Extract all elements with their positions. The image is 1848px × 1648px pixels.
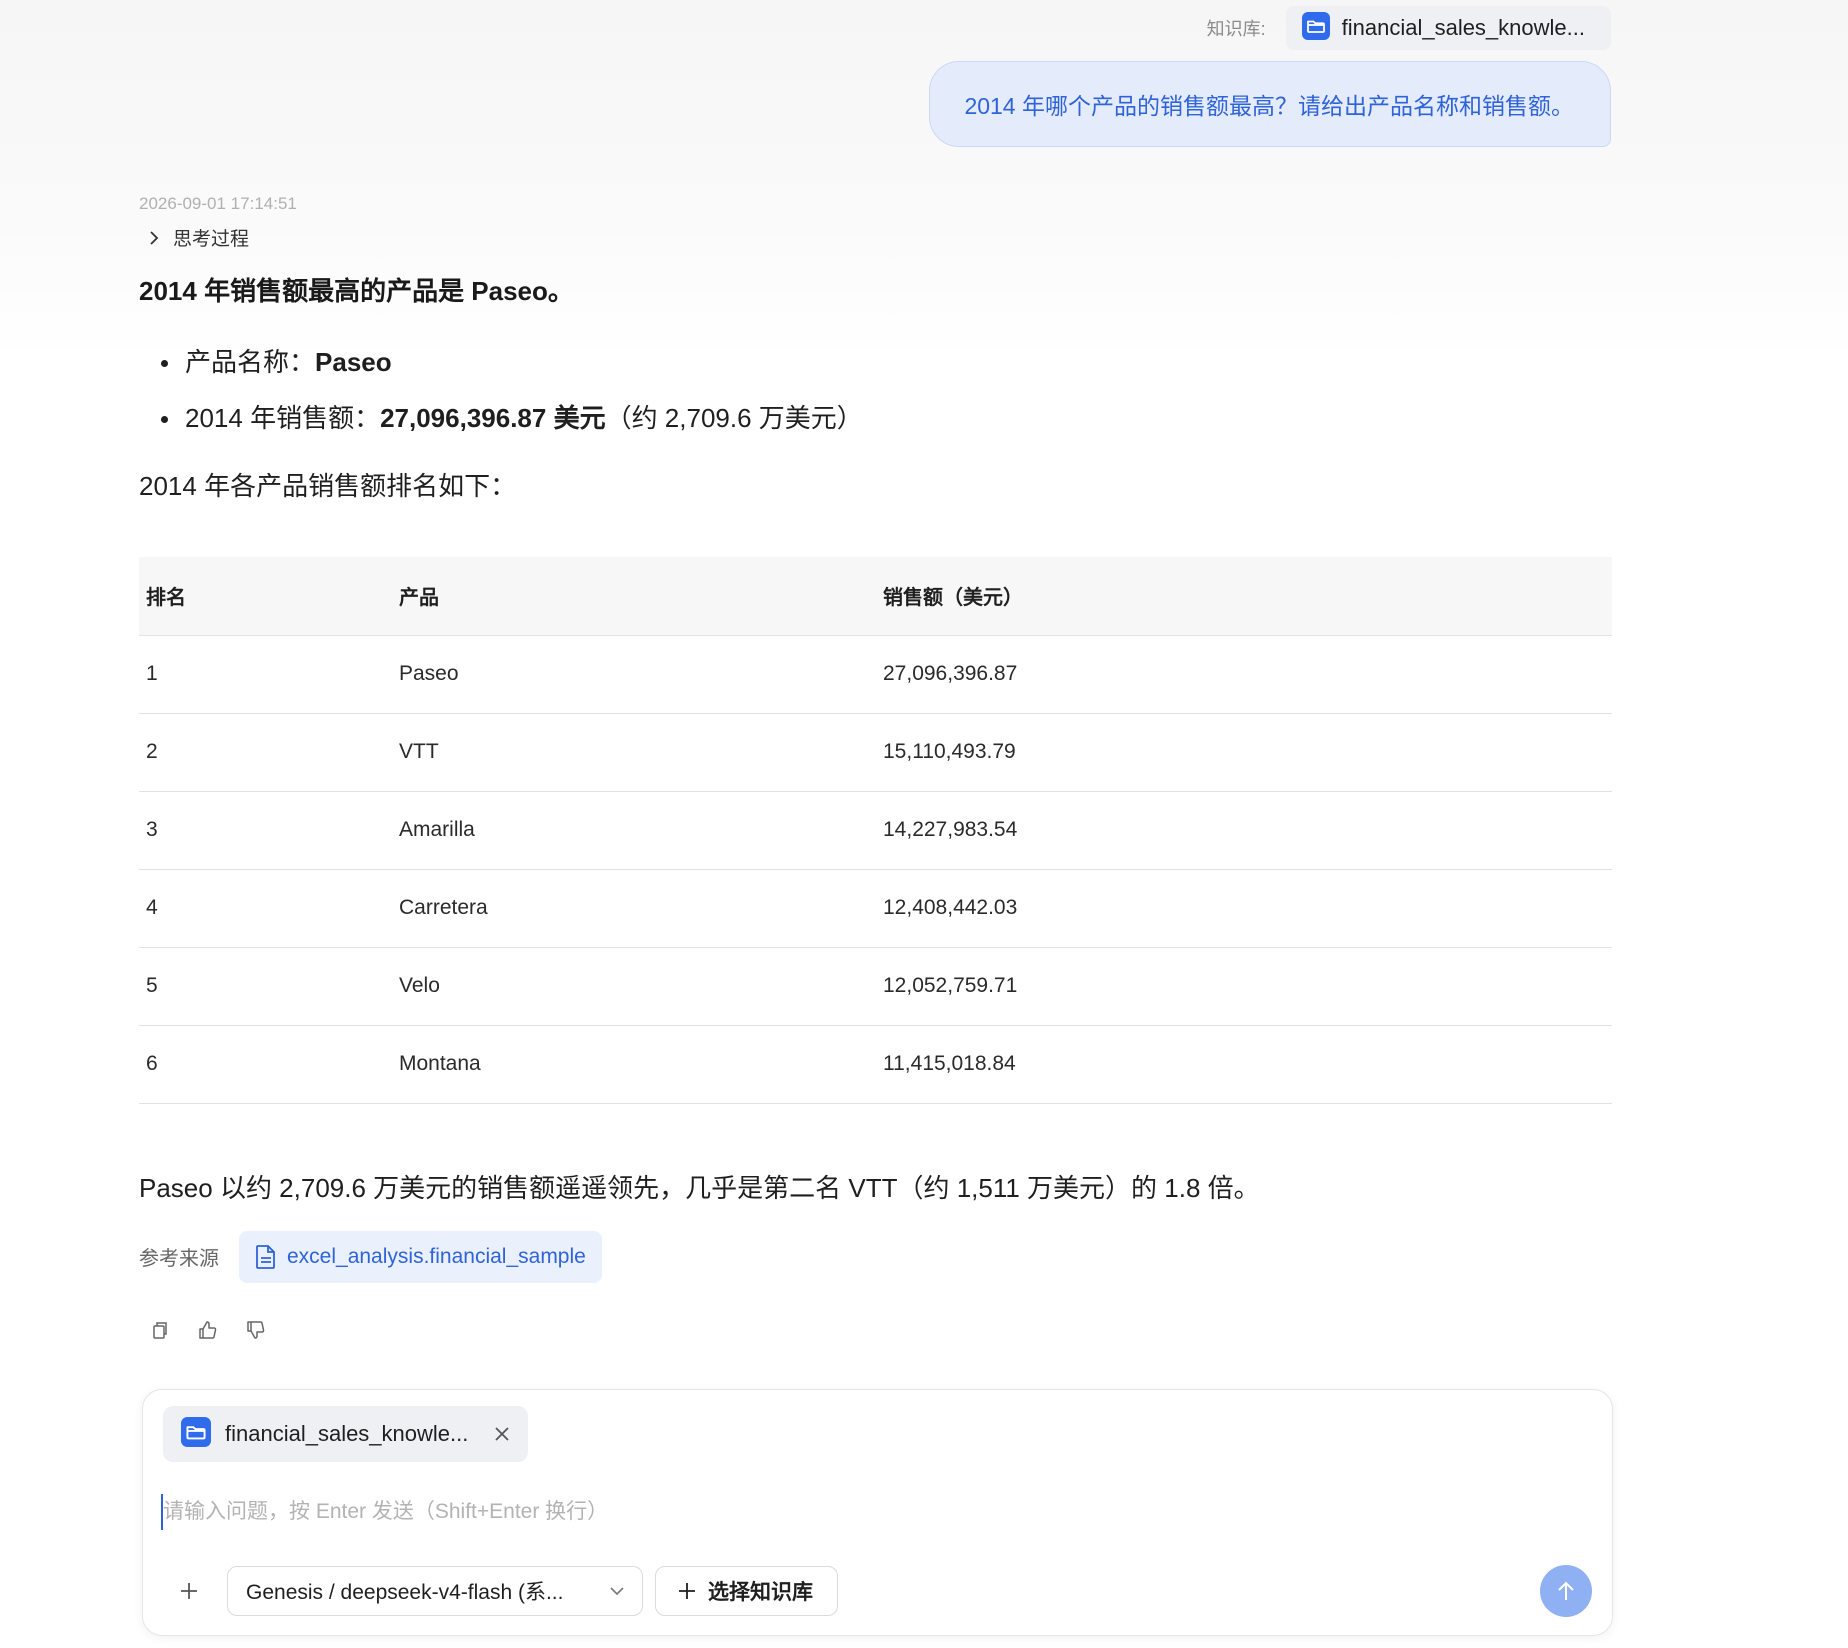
bullet-suffix: （约 2,709.6 万美元） [605, 403, 863, 433]
cell-rank: 2 [139, 713, 392, 792]
cell-rank: 5 [139, 947, 392, 1026]
cell-sales: 15,110,493.79 [876, 713, 1612, 792]
thumbs-down-icon[interactable] [245, 1319, 267, 1341]
column-header-sales: 销售额（美元） [876, 557, 1612, 636]
table-row: 6 Montana 11,415,018.84 [139, 1025, 1612, 1104]
reference-link[interactable]: excel_analysis.financial_sample [239, 1230, 602, 1283]
cell-rank: 6 [139, 1025, 392, 1104]
add-attachment-button[interactable] [173, 1575, 205, 1607]
cell-sales: 11,415,018.84 [876, 1025, 1612, 1104]
bullet-value: Paseo [315, 347, 392, 377]
bullet-label: 2014 年销售额： [185, 403, 381, 433]
table-row: 3 Amarilla 14,227,983.54 [139, 791, 1612, 870]
cell-product: Montana [392, 1025, 876, 1104]
answer-title: 2014 年销售额最高的产品是 Paseo。 [139, 276, 574, 306]
answer-bullets: 产品名称：Paseo 2014 年销售额：27,096,396.87 美元（约 … [139, 334, 1612, 446]
column-header-product: 产品 [392, 557, 876, 636]
cell-rank: 1 [139, 635, 392, 714]
selected-kb-chip[interactable]: financial_sales_knowle... [163, 1406, 529, 1462]
composer: financial_sales_knowle... Genesis / deep… [142, 1389, 1613, 1636]
table-row: 2 VTT 15,110,493.79 [139, 713, 1612, 792]
top-kb-indicator: 知识库: financial_sales_knowle... [1207, 6, 1611, 50]
ranking-intro: 2014 年各产品销售额排名如下： [139, 471, 517, 501]
arrow-up-icon [1558, 1581, 1574, 1600]
message-timestamp: 2026-09-01 17:14:51 [139, 194, 297, 213]
table-row: 1 Paseo 27,096,396.87 [139, 635, 1612, 714]
close-icon[interactable] [494, 1426, 510, 1442]
folder-icon [181, 1416, 211, 1452]
chevron-down-icon [610, 1587, 624, 1596]
model-select[interactable]: Genesis / deepseek-v4-flash (系... [227, 1566, 643, 1616]
thumbs-up-icon[interactable] [197, 1319, 219, 1341]
composer-toolbar: Genesis / deepseek-v4-flash (系... 选择知识库 [173, 1566, 838, 1616]
cell-product: Velo [392, 947, 876, 1026]
cell-product: Amarilla [392, 791, 876, 870]
thinking-toggle[interactable]: 思考过程 [147, 224, 249, 251]
cell-product: Paseo [392, 635, 876, 714]
model-select-value: Genesis / deepseek-v4-flash (系... [246, 1581, 564, 1604]
question-input[interactable] [161, 1494, 1581, 1530]
answer-summary: Paseo 以约 2,709.6 万美元的销售额遥遥领先，几乎是第二名 VTT（… [139, 1172, 1260, 1203]
message-actions [149, 1319, 1612, 1341]
cell-rank: 3 [139, 791, 392, 870]
bullet-value: 27,096,396.87 美元 [380, 403, 606, 433]
choose-kb-button[interactable]: 选择知识库 [655, 1566, 838, 1616]
copy-icon[interactable] [149, 1319, 171, 1341]
thinking-label: 思考过程 [173, 229, 250, 250]
table-header-row: 排名 产品 销售额（美元） [139, 557, 1612, 636]
list-item: 产品名称：Paseo [159, 334, 1612, 390]
column-header-rank: 排名 [139, 557, 392, 636]
plus-icon [181, 1583, 197, 1599]
cell-sales: 12,408,442.03 [876, 869, 1612, 948]
cell-product: Carretera [392, 869, 876, 948]
reference-name: excel_analysis.financial_sample [287, 1244, 586, 1268]
assistant-message: 2026-09-01 17:14:51 思考过程 2014 年销售额最高的产品是… [139, 194, 1612, 1341]
table-row: 4 Carretera 12,408,442.03 [139, 869, 1612, 948]
kb-label: 知识库: [1206, 19, 1266, 39]
cell-product: VTT [392, 713, 876, 792]
plus-icon [679, 1583, 695, 1599]
send-button[interactable] [1540, 1565, 1592, 1617]
list-item: 2014 年销售额：27,096,396.87 美元（约 2,709.6 万美元… [159, 390, 1612, 446]
table-row: 5 Velo 12,052,759.71 [139, 947, 1612, 1026]
references: 参考来源 excel_analysis.financial_sample [139, 1230, 1612, 1283]
sales-ranking-table: 排名 产品 销售额（美元） 1 Paseo 27,096,396.87 2 VT… [139, 557, 1612, 1104]
selected-kb-name: financial_sales_knowle... [225, 1421, 469, 1446]
cell-rank: 4 [139, 869, 392, 948]
bullet-label: 产品名称： [185, 347, 316, 377]
document-icon [256, 1244, 275, 1269]
references-label: 参考来源 [139, 1248, 219, 1270]
cell-sales: 12,052,759.71 [876, 947, 1612, 1026]
kb-chip[interactable]: financial_sales_knowle... [1285, 6, 1611, 50]
kb-chip-name: financial_sales_knowle... [1341, 15, 1585, 40]
folder-icon [1301, 11, 1330, 45]
choose-kb-label: 选择知识库 [708, 1581, 813, 1604]
cell-sales: 14,227,983.54 [876, 791, 1612, 870]
user-message-bubble: 2014 年哪个产品的销售额最高？请给出产品名称和销售额。 [929, 61, 1611, 147]
chevron-right-icon [150, 230, 159, 245]
cell-sales: 27,096,396.87 [876, 635, 1612, 714]
